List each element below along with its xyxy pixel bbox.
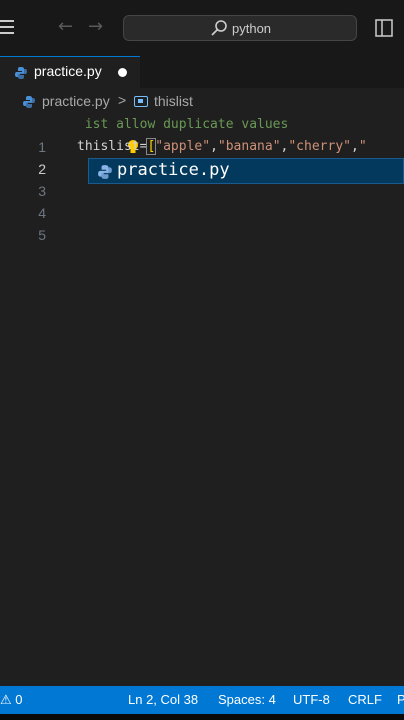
problems-count: 0 bbox=[15, 692, 23, 707]
arrow-right-icon[interactable]: → bbox=[88, 16, 103, 37]
layout-icon[interactable] bbox=[375, 19, 393, 41]
problems-status[interactable]: ⚠ 0 bbox=[0, 692, 23, 708]
string-token: "apple" bbox=[155, 139, 211, 154]
indentation-status[interactable]: Spaces: 4 bbox=[218, 692, 276, 707]
code-text: thislist=["apple","banana","cherry"," bbox=[77, 136, 367, 158]
python-icon bbox=[14, 65, 28, 84]
variable-token: thislist= bbox=[77, 139, 148, 154]
symbol-variable-icon bbox=[134, 96, 148, 107]
encoding-status[interactable]: UTF-8 bbox=[293, 692, 330, 707]
status-bar: ⚠ 0 Ln 2, Col 38 Spaces: 4 UTF-8 CRLF P bbox=[0, 686, 404, 714]
search-icon bbox=[210, 19, 228, 41]
bottom-strip bbox=[0, 714, 404, 720]
eol-status[interactable]: CRLF bbox=[348, 692, 382, 707]
suggestion-label: practice.py bbox=[117, 160, 230, 180]
menu-icon[interactable] bbox=[0, 20, 14, 36]
code-line-5[interactable]: 5 bbox=[0, 202, 404, 243]
tab-bar: practice.py bbox=[0, 56, 404, 88]
breadcrumb-file[interactable]: practice.py bbox=[42, 93, 110, 109]
tab-practice-py[interactable]: practice.py bbox=[0, 56, 140, 88]
python-icon bbox=[97, 164, 113, 184]
suggestion-item[interactable]: practice.py bbox=[88, 158, 404, 184]
title-bar: ← → python bbox=[0, 0, 404, 57]
unsaved-dot-icon[interactable] bbox=[118, 68, 127, 77]
comma-token: , bbox=[210, 139, 218, 154]
line-number: 5 bbox=[38, 227, 46, 243]
code-line-2[interactable]: 2 thislist=["apple","banana","cherry"," bbox=[0, 136, 404, 177]
cursor-position[interactable]: Ln 2, Col 38 bbox=[128, 692, 198, 707]
python-icon bbox=[22, 95, 36, 112]
code-editor[interactable]: 1 #ist allow duplicate values 2 thislist… bbox=[0, 114, 404, 684]
language-status[interactable]: P bbox=[397, 692, 404, 707]
code-line-1[interactable]: 1 #ist allow duplicate values bbox=[0, 114, 404, 155]
breadcrumb-symbol[interactable]: thislist bbox=[154, 93, 193, 109]
breadcrumb-separator: > bbox=[118, 92, 127, 108]
string-token: " bbox=[358, 139, 367, 154]
breadcrumb: practice.py > thislist bbox=[0, 92, 404, 112]
search-text: python bbox=[232, 21, 272, 36]
warning-icon: ⚠ bbox=[0, 692, 12, 707]
string-token: "cherry" bbox=[288, 139, 351, 154]
tab-label: practice.py bbox=[34, 63, 102, 79]
string-token: "banana" bbox=[217, 139, 281, 154]
arrow-left-icon[interactable]: ← bbox=[58, 16, 73, 37]
comma-token: , bbox=[350, 139, 359, 154]
command-center-search[interactable]: python bbox=[123, 15, 357, 41]
